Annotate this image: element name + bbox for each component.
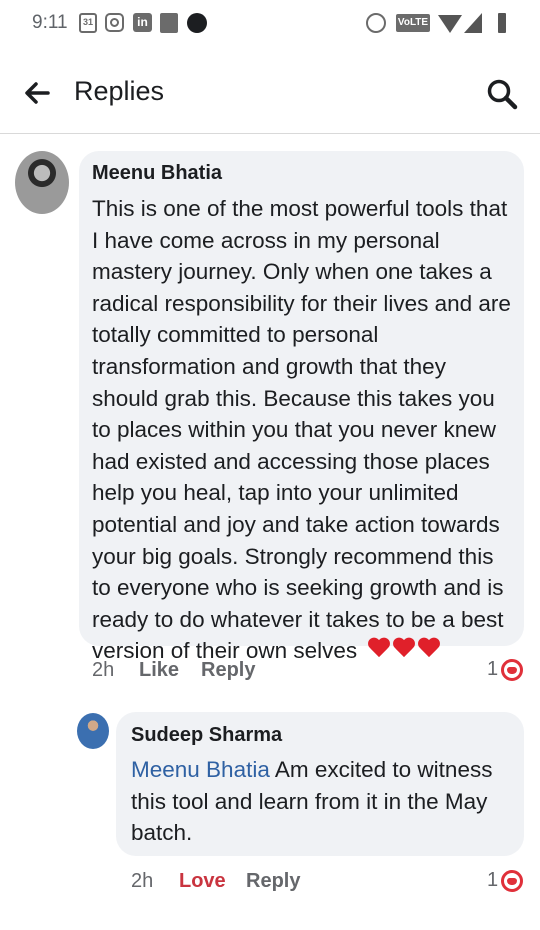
search-button[interactable]	[484, 76, 520, 112]
comment-body: This is one of the most powerful tools t…	[92, 196, 511, 664]
back-button[interactable]	[22, 78, 52, 108]
avatar[interactable]	[77, 713, 109, 749]
heart-icon	[392, 638, 416, 660]
signal-icon	[464, 13, 482, 33]
comment-author[interactable]: Meenu Bhatia	[92, 162, 222, 185]
app-header: Replies	[0, 48, 540, 134]
mention-link[interactable]: Meenu Bhatia	[131, 757, 270, 782]
reply-text: Meenu Bhatia Am excited to witness this …	[131, 754, 516, 849]
comment-time: 2h	[92, 659, 115, 681]
page-title: Replies	[74, 76, 165, 106]
instagram-icon	[105, 13, 124, 32]
love-reaction-icon	[501, 870, 523, 892]
reply-button[interactable]: Reply	[246, 870, 300, 893]
back-arrow-icon	[25, 82, 50, 104]
status-bar: 9:11 31 in VoLTE	[0, 0, 540, 48]
calendar-icon: 31	[79, 13, 97, 33]
notification-icon	[160, 13, 178, 33]
comment-text: This is one of the most powerful tools t…	[92, 193, 517, 668]
reply-time: 2h	[131, 870, 154, 892]
reply-author[interactable]: Sudeep Sharma	[131, 724, 282, 747]
linkedin-icon: in	[133, 13, 152, 32]
dot-icon	[187, 13, 207, 33]
reaction-count: 1	[487, 658, 499, 680]
reply-button[interactable]: Reply	[201, 659, 255, 682]
love-reaction-icon	[501, 659, 523, 681]
search-icon	[487, 79, 518, 110]
like-button[interactable]: Like	[139, 659, 179, 682]
battery-icon	[498, 13, 506, 33]
volte-icon: VoLTE	[396, 14, 430, 32]
love-button[interactable]: Love	[179, 870, 226, 893]
reaction-count: 1	[487, 869, 499, 891]
avatar[interactable]	[15, 151, 69, 214]
alarm-icon	[366, 13, 386, 33]
wifi-icon	[438, 15, 462, 33]
heart-emoji	[367, 637, 442, 669]
status-time: 9:11	[32, 12, 68, 33]
heart-icon	[367, 638, 391, 660]
heart-icon	[417, 638, 441, 660]
